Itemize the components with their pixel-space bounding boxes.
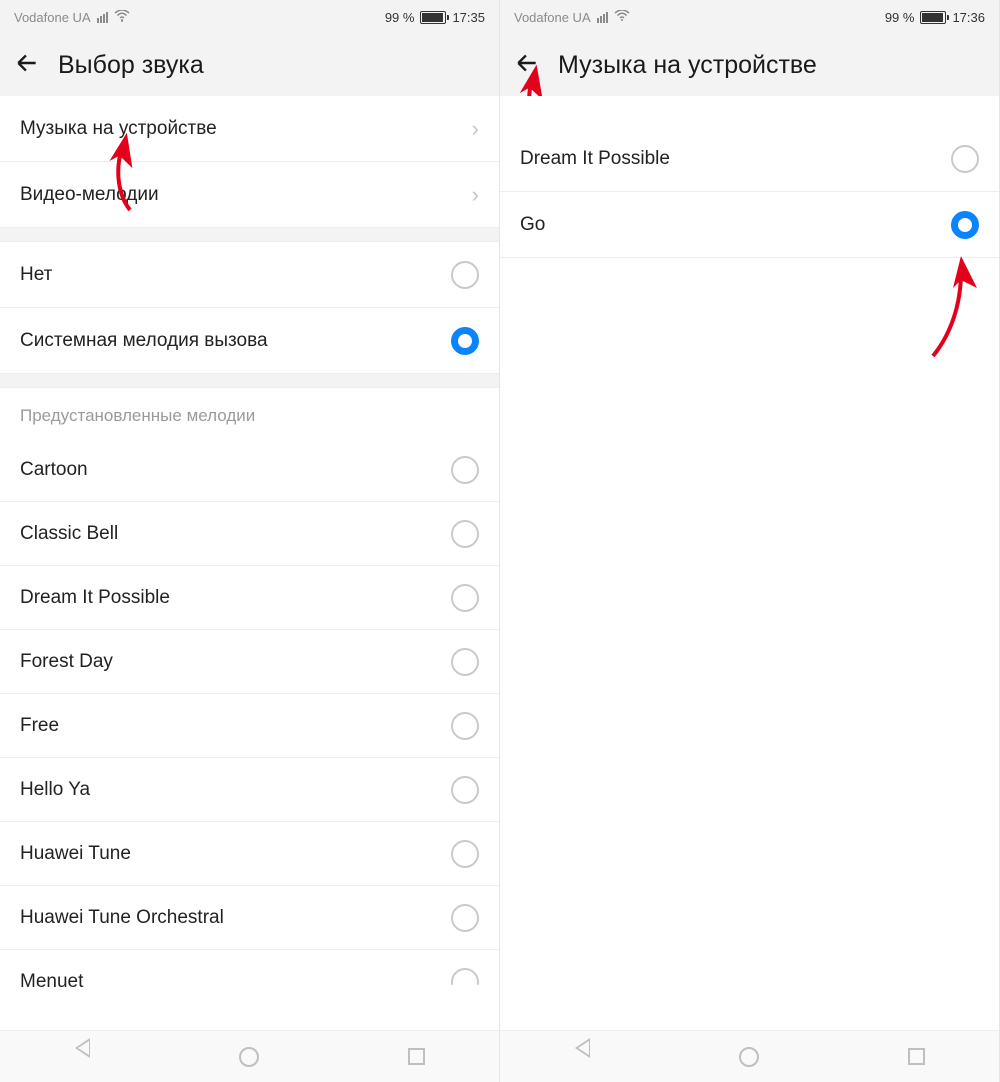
radio-unselected-icon[interactable] <box>451 776 479 804</box>
section-gap <box>0 374 499 388</box>
music-row[interactable]: Dream It Possible <box>500 126 999 192</box>
row-label: Музыка на устройстве <box>20 118 472 140</box>
clock: 17:36 <box>952 10 985 25</box>
status-bar: Vodafone UA 99 % 17:35 <box>0 0 499 34</box>
radio-unselected-icon[interactable] <box>451 261 479 289</box>
row-label: Dream It Possible <box>20 587 451 609</box>
phone-left: Vodafone UA 99 % 17:35 Выбор звука Музык… <box>0 0 500 1082</box>
page-title: Музыка на устройстве <box>558 51 817 80</box>
android-nav-bar <box>0 1030 499 1082</box>
radio-unselected-icon[interactable] <box>451 968 479 996</box>
row-label: Huawei Tune Orchestral <box>20 907 451 929</box>
preset-row[interactable]: Cartoon <box>0 438 499 502</box>
sound-row-system-ringtone[interactable]: Системная мелодия вызова <box>0 308 499 374</box>
nav-back-icon[interactable] <box>75 1048 90 1066</box>
nav-recent-icon[interactable] <box>908 1048 925 1065</box>
battery-icon <box>920 11 946 24</box>
radio-unselected-icon[interactable] <box>451 456 479 484</box>
preset-row[interactable]: Menuet <box>0 950 499 1014</box>
row-label: Нет <box>20 264 451 286</box>
row-label: Видео-мелодии <box>20 184 472 206</box>
wifi-icon <box>114 10 130 25</box>
battery-pct: 99 % <box>385 10 415 25</box>
content: Dream It Possible Go <box>500 96 999 1030</box>
preset-row[interactable]: Hello Ya <box>0 758 499 822</box>
preset-row[interactable]: Classic Bell <box>0 502 499 566</box>
nav-recent-icon[interactable] <box>408 1048 425 1065</box>
radio-unselected-icon[interactable] <box>451 904 479 932</box>
radio-unselected-icon[interactable] <box>451 840 479 868</box>
carrier-label: Vodafone UA <box>514 10 591 25</box>
row-label: Free <box>20 715 451 737</box>
radio-selected-icon[interactable] <box>451 327 479 355</box>
nav-home-icon[interactable] <box>239 1047 259 1067</box>
radio-unselected-icon[interactable] <box>451 648 479 676</box>
preset-row[interactable]: Free <box>0 694 499 758</box>
row-label: Hello Ya <box>20 779 451 801</box>
radio-unselected-icon[interactable] <box>951 145 979 173</box>
clock: 17:35 <box>452 10 485 25</box>
row-label: Cartoon <box>20 459 451 481</box>
nav-back-icon[interactable] <box>575 1048 590 1066</box>
nav-home-icon[interactable] <box>739 1047 759 1067</box>
back-arrow-icon[interactable] <box>514 50 540 81</box>
wifi-icon <box>614 10 630 25</box>
content: Музыка на устройстве › Видео-мелодии › Н… <box>0 96 499 1030</box>
status-bar: Vodafone UA 99 % 17:36 <box>500 0 999 34</box>
carrier-label: Vodafone UA <box>14 10 91 25</box>
radio-unselected-icon[interactable] <box>451 712 479 740</box>
row-label: Menuet <box>20 971 451 993</box>
preset-row[interactable]: Dream It Possible <box>0 566 499 630</box>
radio-selected-icon[interactable] <box>951 211 979 239</box>
row-label: Системная мелодия вызова <box>20 330 451 352</box>
header: Выбор звука <box>0 34 499 96</box>
preset-row[interactable]: Huawei Tune <box>0 822 499 886</box>
chevron-right-icon: › <box>472 182 479 208</box>
battery-pct: 99 % <box>885 10 915 25</box>
sound-row-none[interactable]: Нет <box>0 242 499 308</box>
chevron-right-icon: › <box>472 116 479 142</box>
nav-row-music-on-device[interactable]: Музыка на устройстве › <box>0 96 499 162</box>
row-label: Classic Bell <box>20 523 451 545</box>
page-title: Выбор звука <box>58 51 204 80</box>
row-label: Huawei Tune <box>20 843 451 865</box>
section-gap <box>0 228 499 242</box>
battery-icon <box>420 11 446 24</box>
preset-row[interactable]: Huawei Tune Orchestral <box>0 886 499 950</box>
signal-icon <box>97 12 108 23</box>
back-arrow-icon[interactable] <box>14 50 40 81</box>
android-nav-bar <box>500 1030 999 1082</box>
radio-unselected-icon[interactable] <box>451 520 479 548</box>
row-label: Go <box>520 214 951 236</box>
nav-row-video-melodies[interactable]: Видео-мелодии › <box>0 162 499 228</box>
preset-section-title: Предустановленные мелодии <box>0 388 499 438</box>
row-label: Forest Day <box>20 651 451 673</box>
music-row[interactable]: Go <box>500 192 999 258</box>
signal-icon <box>597 12 608 23</box>
radio-unselected-icon[interactable] <box>451 584 479 612</box>
preset-row[interactable]: Forest Day <box>0 630 499 694</box>
row-label: Dream It Possible <box>520 148 951 170</box>
header: Музыка на устройстве <box>500 34 999 96</box>
phone-right: Vodafone UA 99 % 17:36 Музыка на устройс… <box>500 0 1000 1082</box>
